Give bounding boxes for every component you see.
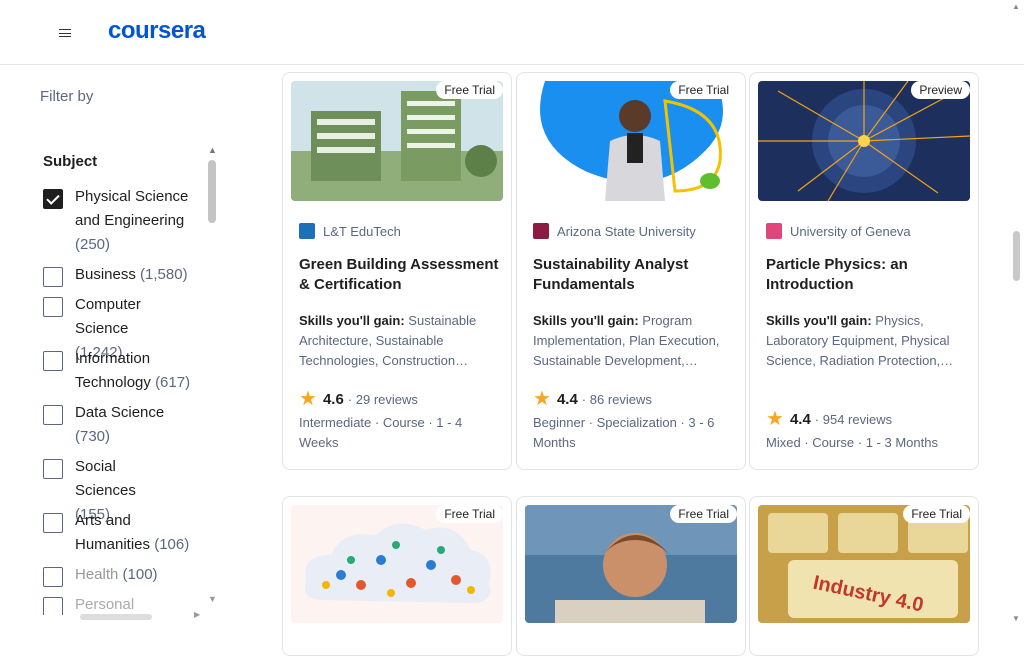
skills-label: Skills you'll gain: <box>299 313 405 328</box>
free-trial-badge: Free Trial <box>903 505 970 523</box>
course-image <box>758 81 970 201</box>
review-count: 86 reviews <box>589 391 652 407</box>
filter-count: (106) <box>154 536 190 553</box>
filter-label: Data Science <box>75 404 165 421</box>
rating-value: 4.4 <box>556 390 578 408</box>
checkbox[interactable] <box>43 189 63 209</box>
course-card[interactable]: Preview University of Geneva Particle Ph… <box>749 72 979 470</box>
star-icon: ★ <box>533 388 551 410</box>
hamburger-icon <box>59 29 71 37</box>
checkbox[interactable] <box>43 267 63 287</box>
filter-business[interactable]: Business (1,580) <box>43 263 205 287</box>
filter-title: Filter by <box>40 88 94 105</box>
filter-horizontal-scrollbar[interactable] <box>80 614 152 620</box>
skills-label: Skills you'll gain: <box>533 313 639 328</box>
course-card[interactable]: Free Trial L&T EduTech Green Building As… <box>282 72 512 470</box>
course-card[interactable]: Free Trial <box>516 496 746 656</box>
partner-logo-icon <box>533 223 549 239</box>
course-title[interactable]: Particle Physics: an Introduction <box>766 255 966 295</box>
course-title[interactable]: Sustainability Analyst Fundamentals <box>533 255 733 295</box>
course-skills: Skills you'll gain: Program Implementati… <box>533 311 733 371</box>
checkbox[interactable] <box>43 297 63 317</box>
course-meta: Mixed · Course · 1 - 3 Months <box>766 435 938 450</box>
filter-label: Social Sciences <box>75 458 136 499</box>
filter-count: (730) <box>75 428 111 445</box>
subject-heading: Subject <box>43 153 98 170</box>
filter-label: Arts and Humanities <box>75 512 151 553</box>
filter-data-science[interactable]: Data Science (730) <box>43 401 165 449</box>
filter-information-technology[interactable]: Information Technology (617) <box>43 347 195 395</box>
course-card[interactable]: Industry 4.0 Free Trial <box>749 496 979 656</box>
page-scroll-up-icon[interactable]: ▲ <box>1012 2 1020 11</box>
page-scroll-down-icon[interactable]: ▼ <box>1012 614 1020 623</box>
free-trial-badge: Free Trial <box>670 81 737 99</box>
partner-logo-icon <box>299 223 315 239</box>
course-skills: Skills you'll gain: Physics, Laboratory … <box>766 311 966 371</box>
filter-count: (1,580) <box>140 266 188 283</box>
scroll-right-arrow-icon[interactable]: ▶ <box>194 610 200 619</box>
star-icon: ★ <box>299 388 317 410</box>
checkbox[interactable] <box>43 459 63 479</box>
course-card[interactable]: Free Trial <box>282 496 512 656</box>
scroll-up-arrow-icon[interactable]: ▲ <box>208 145 217 155</box>
skills-label: Skills you'll gain: <box>766 313 872 328</box>
filter-label: Information Technology <box>75 350 151 391</box>
subject-filter-panel: Subject Physical Science and Engineering… <box>40 145 220 615</box>
top-bar: coursera <box>0 0 1024 65</box>
course-title[interactable]: Green Building Assessment & Certificatio… <box>299 255 499 295</box>
course-rating: ★ 4.6 · 29 reviews <box>299 388 418 410</box>
menu-button[interactable] <box>47 14 83 52</box>
preview-badge: Preview <box>911 81 970 99</box>
review-count: 954 reviews <box>822 411 893 427</box>
course-rating: ★ 4.4 · 954 reviews <box>766 408 893 430</box>
free-trial-badge: Free Trial <box>436 81 503 99</box>
checkbox[interactable] <box>43 513 63 533</box>
partner: Arizona State University <box>533 223 696 239</box>
partner: L&T EduTech <box>299 223 401 239</box>
filter-label: Personal <box>75 596 135 613</box>
partner-logo-icon <box>766 223 782 239</box>
checkbox[interactable] <box>43 405 63 425</box>
filter-scrollbar-thumb[interactable] <box>208 160 216 223</box>
page-scrollbar-thumb[interactable] <box>1013 231 1020 281</box>
coursera-logo[interactable]: coursera <box>108 17 206 45</box>
filter-label: Physical Science and Engineering <box>75 188 189 229</box>
partner-name: Arizona State University <box>557 223 696 239</box>
partner-name: L&T EduTech <box>323 223 401 239</box>
free-trial-badge: Free Trial <box>670 505 737 523</box>
checkbox[interactable] <box>43 351 63 371</box>
review-count: 29 reviews <box>355 391 418 407</box>
course-rating: ★ 4.4 · 86 reviews <box>533 388 652 410</box>
filter-label: Health <box>75 566 119 583</box>
checkbox[interactable] <box>43 597 63 615</box>
free-trial-badge: Free Trial <box>436 505 503 523</box>
course-meta: Intermediate · Course · 1 - 4 Weeks <box>299 415 463 450</box>
filter-count: (100) <box>122 566 158 583</box>
star-icon: ★ <box>766 408 784 430</box>
rating-value: 4.4 <box>789 410 811 428</box>
course-meta: Beginner · Specialization · 3 - 6 Months <box>533 415 715 450</box>
checkbox[interactable] <box>43 567 63 587</box>
filter-physical-science[interactable]: Physical Science and Engineering (250) <box>43 185 205 257</box>
filter-label: Business <box>75 266 136 283</box>
rating-value: 4.6 <box>322 390 344 408</box>
course-skills: Skills you'll gain: Sustainable Architec… <box>299 311 499 371</box>
filter-count: (250) <box>75 236 111 253</box>
course-card[interactable]: Free Trial Arizona State University Sust… <box>516 72 746 470</box>
course-image <box>525 81 737 201</box>
partner-name: University of Geneva <box>790 223 911 239</box>
partner: University of Geneva <box>766 223 911 239</box>
course-image <box>291 81 503 201</box>
filter-arts-humanities[interactable]: Arts and Humanities (106) <box>43 509 195 557</box>
scroll-down-arrow-icon[interactable]: ▼ <box>208 594 217 604</box>
filter-personal[interactable]: Personal <box>43 593 205 615</box>
filter-count: (617) <box>155 374 191 391</box>
filter-label: Computer Science <box>75 296 141 337</box>
filter-health[interactable]: Health (100) <box>43 563 205 587</box>
